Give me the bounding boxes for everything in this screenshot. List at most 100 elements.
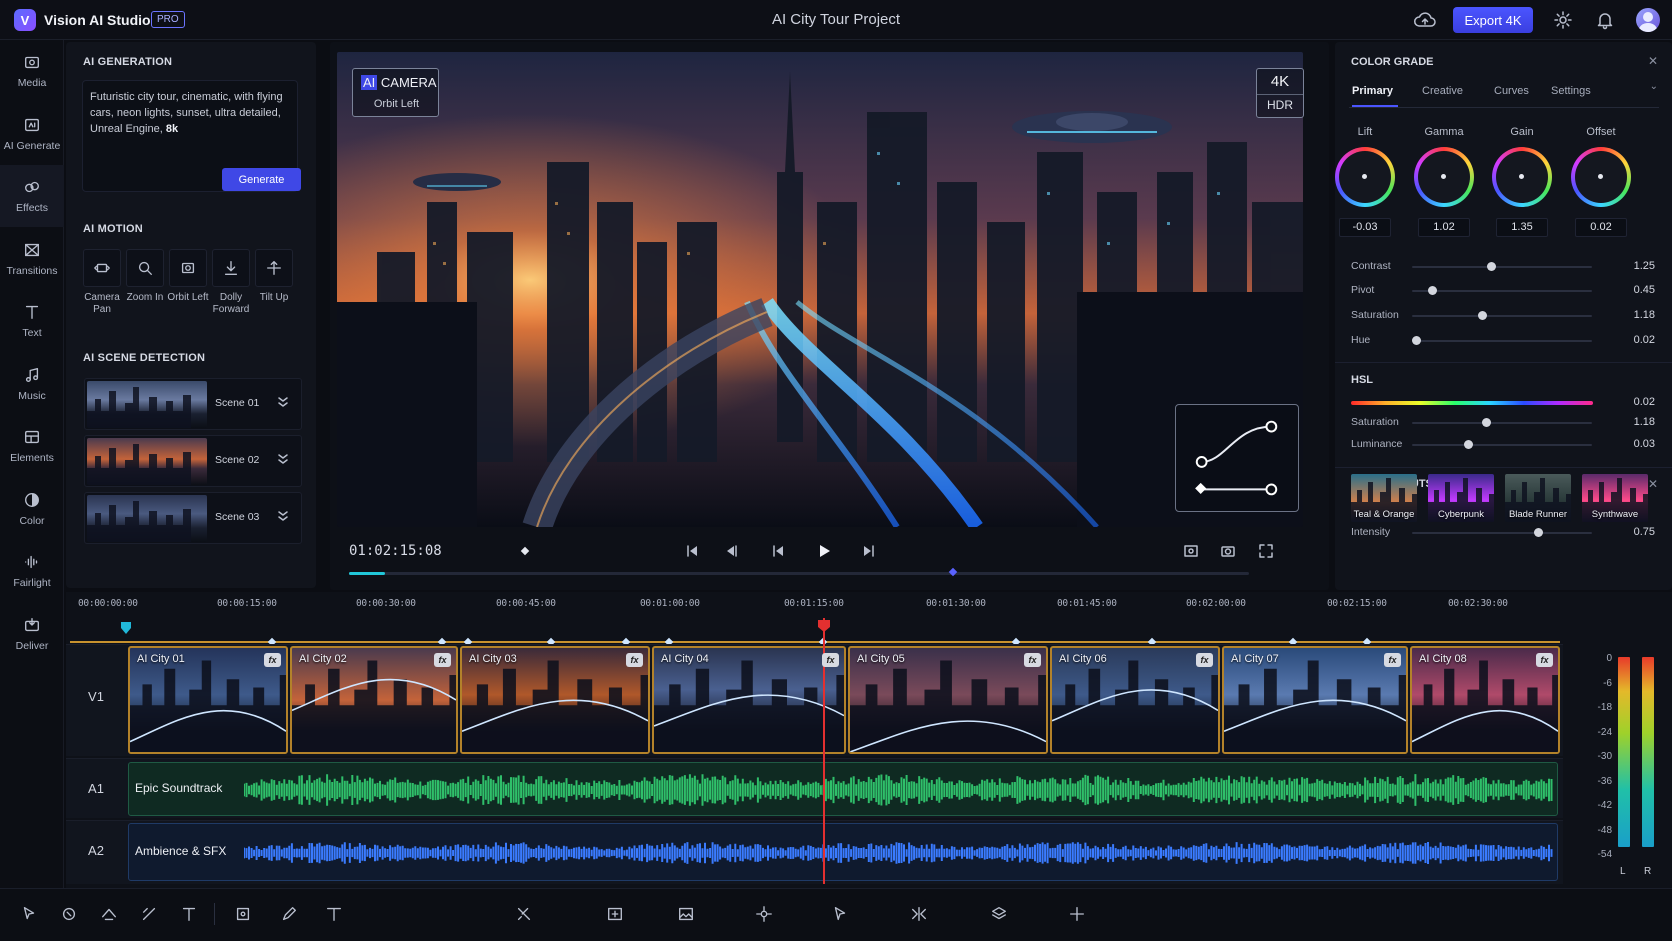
rail-item-color[interactable]: Color (0, 478, 64, 540)
next-icon[interactable] (861, 543, 877, 559)
wheel-handle[interactable] (1362, 174, 1367, 179)
video-clip[interactable]: AI City 08 fx (1410, 646, 1560, 754)
audio-clip-a1[interactable]: Epic Soundtrack (128, 762, 1558, 816)
safe-area-icon[interactable] (1183, 543, 1199, 559)
close-icon[interactable]: ✕ (1648, 54, 1658, 68)
chevron-down-icon[interactable] (277, 452, 289, 466)
rail-item-transitions[interactable]: Transitions (0, 228, 64, 290)
rail-item-music[interactable]: Music (0, 353, 64, 415)
upload-tool-icon[interactable] (100, 905, 118, 923)
video-clip[interactable]: AI City 07 fx (1222, 646, 1408, 754)
title-tool-icon[interactable] (325, 905, 343, 923)
tab-creative[interactable]: Creative (1422, 85, 1463, 97)
motion-curve-widget[interactable] (1175, 404, 1299, 512)
lut-cyberpunk[interactable]: Cyberpunk (1428, 474, 1494, 522)
text-tool-icon[interactable] (180, 905, 198, 923)
track-tool-icon[interactable] (755, 905, 773, 923)
wheel-handle[interactable] (1519, 174, 1524, 179)
skip-start-icon[interactable] (684, 543, 700, 559)
chevron-down-icon[interactable] (277, 395, 289, 409)
video-clip[interactable]: AI City 06 fx (1050, 646, 1220, 754)
trim-tool-icon[interactable] (60, 905, 78, 923)
motion-tilt-up[interactable]: Tilt Up (254, 249, 294, 304)
video-clip[interactable]: AI City 03 fx (460, 646, 650, 754)
video-clip[interactable]: AI City 02 fx (290, 646, 458, 754)
fullscreen-icon[interactable] (1258, 543, 1274, 559)
fx-badge[interactable]: fx (264, 653, 281, 667)
fx-badge[interactable]: fx (1536, 653, 1553, 667)
scrub-bar[interactable] (349, 572, 1249, 575)
generate-button[interactable]: Generate (222, 168, 301, 191)
fx-badge[interactable]: fx (1384, 653, 1401, 667)
bell-icon[interactable] (1595, 10, 1615, 30)
contrast-knob[interactable] (1487, 262, 1497, 271)
hue-slider[interactable] (1411, 336, 1592, 345)
contrast-slider[interactable] (1412, 262, 1592, 271)
color-wheel-lift[interactable] (1335, 147, 1395, 207)
intensity-slider[interactable] (1412, 528, 1592, 537)
hsl-saturation-knob[interactable] (1481, 418, 1491, 427)
rail-item-deliver[interactable]: Deliver (0, 603, 64, 665)
play-icon[interactable] (816, 543, 832, 559)
picture-tool-icon[interactable] (677, 905, 695, 923)
motion-orbit-left[interactable]: Orbit Left (167, 249, 209, 304)
magic-cut-icon[interactable] (515, 905, 533, 923)
motion-dolly-forward[interactable]: Dolly Forward (211, 249, 251, 316)
keyframe-icon[interactable] (1195, 482, 1207, 494)
hue-knob[interactable] (1411, 336, 1421, 345)
export-button[interactable]: Export 4K (1453, 7, 1533, 33)
rail-item-fairlight[interactable]: Fairlight (0, 540, 64, 602)
frame-tool-icon[interactable] (606, 905, 624, 923)
chevron-down-icon[interactable] (277, 509, 289, 523)
fx-badge[interactable]: fx (626, 653, 643, 667)
rail-item-ai-generate[interactable]: AI Generate (0, 103, 64, 165)
lut-synthwave[interactable]: Synthwave (1582, 474, 1648, 522)
move-tool-icon[interactable] (1068, 905, 1086, 923)
intensity-knob[interactable] (1534, 528, 1543, 537)
hsl-luminance-slider[interactable] (1412, 440, 1592, 449)
motion-camera-pan[interactable]: Camera Pan (82, 249, 122, 316)
fx-badge[interactable]: fx (1196, 653, 1213, 667)
previous-icon[interactable] (770, 543, 786, 559)
color-wheel-gamma[interactable] (1414, 147, 1474, 207)
color-wheel-offset[interactable] (1571, 147, 1631, 207)
timeline-ruler[interactable]: 00:00:00:00 00:00:15:00 00:00:30:00 00:00:4… (68, 594, 1568, 616)
lut-teal-orange[interactable]: Teal & Orange (1351, 474, 1417, 522)
video-clip[interactable]: AI City 04 fx (652, 646, 846, 754)
scene-card[interactable]: Scene 01 (84, 378, 302, 430)
rail-item-elements[interactable]: Elements (0, 415, 64, 477)
saturation-slider[interactable] (1412, 311, 1592, 320)
pointer-tool-icon[interactable] (831, 905, 849, 923)
pivot-slider[interactable] (1412, 286, 1592, 295)
stack-tool-icon[interactable] (990, 905, 1008, 923)
rail-item-text[interactable]: Text (0, 290, 64, 352)
video-clip[interactable]: AI City 05 fx (848, 646, 1048, 754)
curve-point[interactable] (1195, 456, 1208, 468)
snapshot-icon[interactable] (1220, 543, 1236, 559)
wheel-value-lift[interactable]: -0.03 (1339, 218, 1391, 237)
pen-tool-icon[interactable] (280, 905, 298, 923)
wheel-handle[interactable] (1441, 174, 1446, 179)
wheel-value-gamma[interactable]: 1.02 (1418, 218, 1470, 237)
saturation-knob[interactable] (1478, 311, 1488, 320)
user-avatar[interactable] (1636, 8, 1660, 32)
scrub-marker[interactable] (948, 567, 958, 577)
pivot-knob[interactable] (1427, 286, 1437, 295)
wheel-value-offset[interactable]: 0.02 (1575, 218, 1627, 237)
tab-primary[interactable]: Primary (1352, 85, 1393, 97)
lut-blade-runner[interactable]: Blade Runner (1505, 474, 1571, 522)
audio-clip-a2[interactable]: Ambience & SFX (128, 823, 1558, 881)
step-back-icon[interactable] (724, 543, 740, 559)
blade-tool-icon[interactable] (140, 905, 158, 923)
fx-badge[interactable]: fx (822, 653, 839, 667)
mask-tool-icon[interactable] (234, 905, 252, 923)
scene-card[interactable]: Scene 03 (84, 492, 302, 544)
fx-badge[interactable]: fx (434, 653, 451, 667)
hsl-hue-bar[interactable] (1351, 401, 1593, 405)
fx-badge[interactable]: fx (1024, 653, 1041, 667)
curve-point[interactable] (1265, 483, 1278, 496)
curve-point[interactable] (1265, 420, 1278, 433)
close-icon[interactable]: ✕ (1648, 477, 1658, 491)
tab-settings[interactable]: Settings (1551, 85, 1591, 97)
in-point-marker[interactable] (120, 621, 132, 635)
